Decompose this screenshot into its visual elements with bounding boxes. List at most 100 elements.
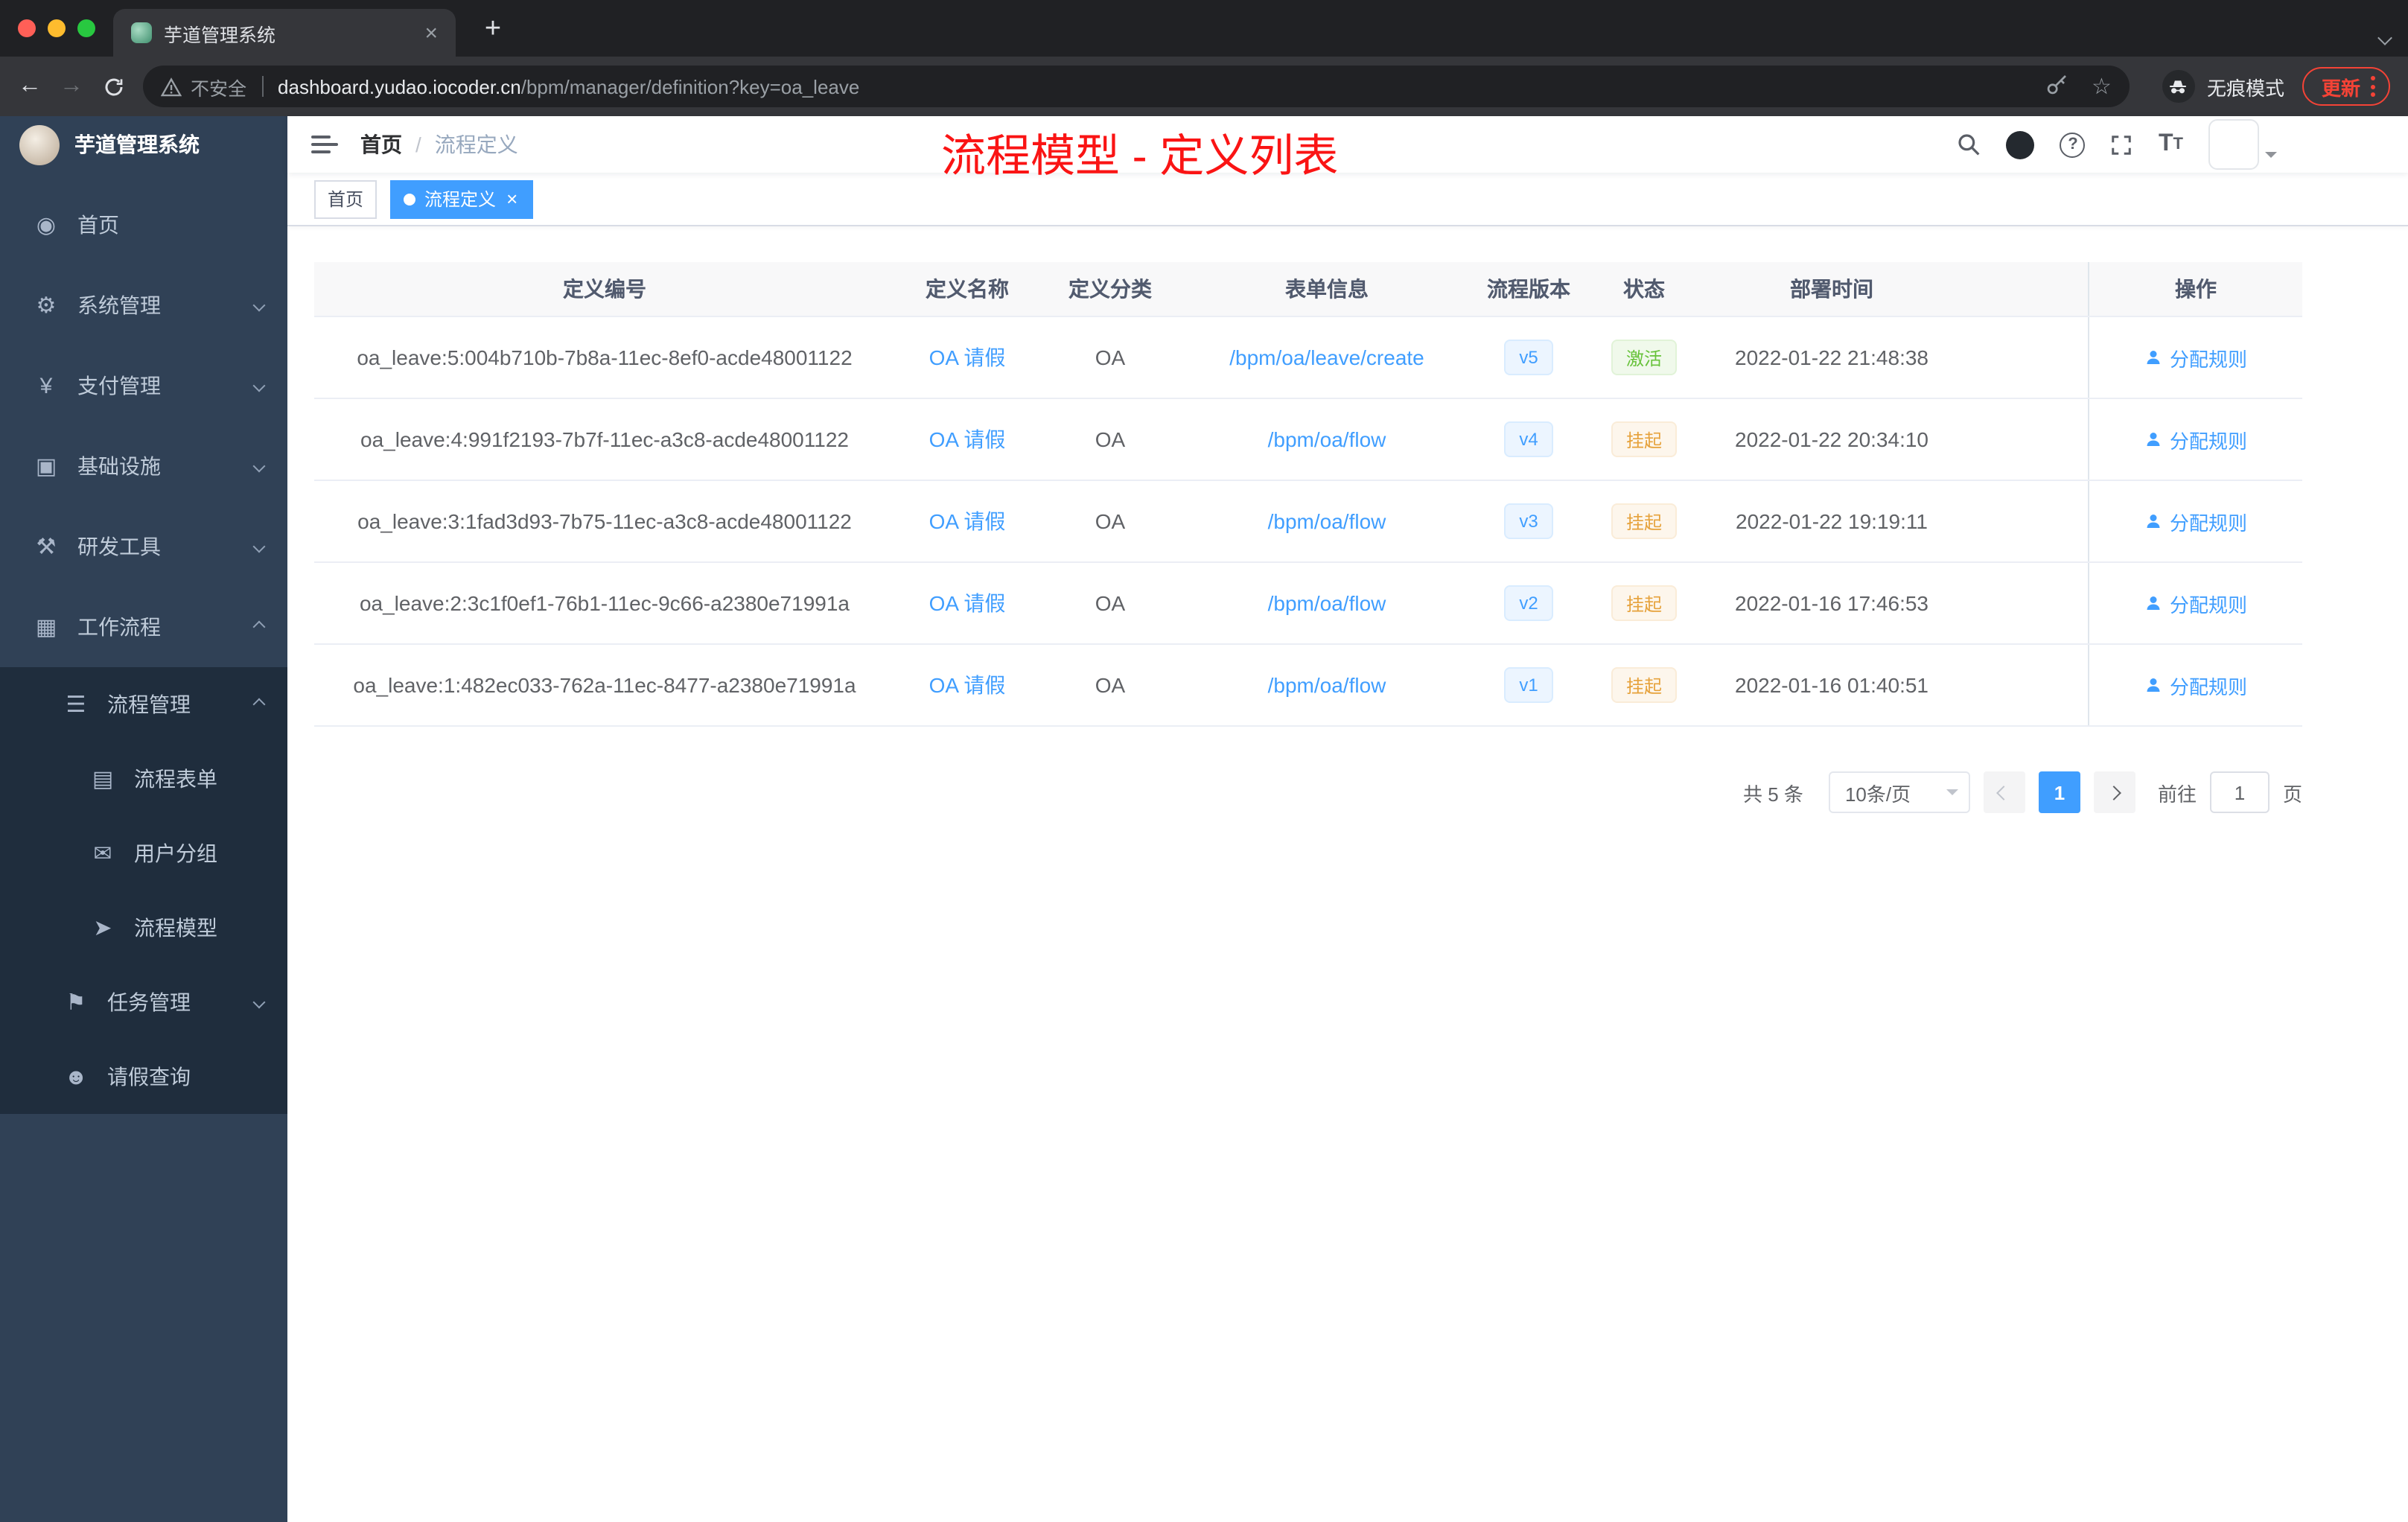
next-page-button[interactable] bbox=[2093, 771, 2135, 813]
fullscreen-icon[interactable] bbox=[2111, 133, 2133, 156]
status-tag: 挂起 bbox=[1611, 667, 1677, 703]
cell-deploy-time: 2022-01-16 17:46:53 bbox=[1735, 591, 1928, 615]
assign-rule-link[interactable]: 分配规则 bbox=[2144, 425, 2247, 453]
tab-search-chevron-icon[interactable] bbox=[2377, 24, 2392, 51]
back-button[interactable]: ← bbox=[9, 66, 51, 107]
sidebar-item-task-management[interactable]: ⚑ 任务管理 bbox=[0, 965, 287, 1039]
sidebar-item-label: 用户分组 bbox=[134, 841, 217, 865]
user-icon bbox=[2147, 515, 2160, 528]
sidebar-item-devtools[interactable]: ⚒ 研发工具 bbox=[0, 506, 287, 587]
form-link[interactable]: /bpm/oa/flow bbox=[1268, 673, 1386, 697]
goto-page-input[interactable] bbox=[2209, 771, 2270, 813]
table-row: oa_leave:5:004b710b-7b8a-11ec-8ef0-acde4… bbox=[314, 317, 2302, 399]
page-1-button[interactable]: 1 bbox=[2038, 771, 2080, 813]
github-icon[interactable] bbox=[2006, 130, 2035, 159]
sidebar-item-system-management[interactable]: ⚙ 系统管理 bbox=[0, 265, 287, 346]
sidebar-item-workflow[interactable]: ▦ 工作流程 bbox=[0, 587, 287, 667]
cell-deploy-time: 2022-01-22 21:48:38 bbox=[1735, 346, 1928, 369]
tab-close-icon[interactable]: × bbox=[418, 20, 444, 45]
sidebar-logo[interactable]: 芋道管理系统 bbox=[0, 116, 287, 173]
prev-page-button[interactable] bbox=[1983, 771, 2025, 813]
url-bar[interactable]: 不安全 dashboard.yudao.iocoder.cn /bpm/mana… bbox=[143, 66, 2130, 107]
sidebar-item-user-group[interactable]: ✉ 用户分组 bbox=[0, 816, 287, 891]
user-group-icon: ✉ bbox=[93, 841, 112, 867]
version-tag: v2 bbox=[1504, 585, 1553, 621]
tag-process-definition[interactable]: 流程定义 × bbox=[390, 179, 533, 218]
search-icon[interactable] bbox=[1958, 133, 1981, 156]
incognito-chip[interactable]: 无痕模式 bbox=[2162, 70, 2284, 103]
bookmark-star-icon[interactable]: ☆ bbox=[2092, 75, 2112, 98]
cell-definition-category: OA bbox=[1095, 673, 1126, 697]
assign-rule-link[interactable]: 分配规则 bbox=[2144, 507, 2247, 535]
window-minimize-button[interactable] bbox=[48, 19, 66, 37]
update-label: 更新 bbox=[2321, 77, 2360, 99]
definition-name-link[interactable]: OA 请假 bbox=[929, 343, 1006, 372]
reload-button[interactable] bbox=[92, 66, 134, 107]
assign-rule-link[interactable]: 分配规则 bbox=[2144, 671, 2247, 699]
definition-name-link[interactable]: OA 请假 bbox=[929, 670, 1006, 700]
browser-menu-icon[interactable] bbox=[2371, 76, 2375, 97]
tag-home[interactable]: 首页 bbox=[314, 179, 378, 218]
tag-close-icon[interactable]: × bbox=[505, 189, 519, 208]
update-browser-button[interactable]: 更新 bbox=[2302, 67, 2390, 106]
status-tag: 挂起 bbox=[1611, 503, 1677, 539]
chevron-up-icon bbox=[252, 620, 266, 634]
page-size-value: 10条/页 bbox=[1844, 783, 1911, 805]
main-panel: 首页 / 流程定义 流程模型 - 定义列表 ? T T 首页 流程定义 × 定义… bbox=[287, 116, 2408, 1522]
definition-name-link[interactable]: OA 请假 bbox=[929, 588, 1006, 618]
browser-toolbar: ← → 不安全 dashboard.yudao.iocoder.cn /bpm/… bbox=[0, 57, 2408, 116]
assign-rule-link[interactable]: 分配规则 bbox=[2144, 343, 2247, 372]
sidebar-item-label: 首页 bbox=[77, 213, 119, 237]
home-icon: ◉ bbox=[36, 213, 57, 238]
window-close-button[interactable] bbox=[18, 19, 36, 37]
breadcrumb-separator: / bbox=[415, 133, 421, 156]
tags-bar: 首页 流程定义 × bbox=[287, 173, 2408, 226]
cell-definition-category: OA bbox=[1095, 427, 1126, 451]
forward-button[interactable]: → bbox=[51, 66, 92, 107]
sidebar-item-label: 流程表单 bbox=[134, 767, 217, 791]
definition-name-link[interactable]: OA 请假 bbox=[929, 506, 1006, 536]
assign-rule-link[interactable]: 分配规则 bbox=[2144, 589, 2247, 617]
content-area: 定义编号 定义名称 定义分类 表单信息 流程版本 状态 部署时间 操作 oa_l… bbox=[287, 226, 2408, 813]
help-icon[interactable]: ? bbox=[2060, 132, 2086, 157]
form-link[interactable]: /bpm/oa/flow bbox=[1268, 509, 1386, 533]
sidebar-item-payment-management[interactable]: ¥ 支付管理 bbox=[0, 346, 287, 426]
new-tab-button[interactable]: + bbox=[474, 10, 512, 49]
sidebar-item-process-management[interactable]: ☰ 流程管理 bbox=[0, 667, 287, 742]
tag-label: 首页 bbox=[328, 189, 364, 210]
url-host: dashboard.yudao.iocoder.cn bbox=[278, 75, 521, 98]
form-link[interactable]: /bpm/oa/flow bbox=[1268, 427, 1386, 451]
window-controls bbox=[0, 19, 95, 37]
form-link[interactable]: /bpm/oa/leave/create bbox=[1229, 346, 1424, 369]
cell-definition-id: oa_leave:3:1fad3d93-7b75-11ec-a3c8-acde4… bbox=[357, 509, 852, 533]
cell-definition-id: oa_leave:1:482ec033-762a-11ec-8477-a2380… bbox=[353, 673, 856, 697]
tab-favicon-icon bbox=[131, 22, 152, 43]
page-size-select[interactable]: 10条/页 bbox=[1828, 771, 1970, 813]
chevron-down-icon bbox=[1946, 789, 1958, 800]
cell-deploy-time: 2022-01-22 19:19:11 bbox=[1736, 509, 1928, 533]
breadcrumb: 首页 / 流程定义 bbox=[360, 130, 518, 159]
font-size-icon[interactable]: TT bbox=[2159, 131, 2183, 158]
sidebar-item-infrastructure[interactable]: ▣ 基础设施 bbox=[0, 426, 287, 506]
breadcrumb-current: 流程定义 bbox=[434, 133, 518, 156]
breadcrumb-home-link[interactable]: 首页 bbox=[360, 130, 402, 159]
hamburger-icon[interactable] bbox=[311, 135, 338, 154]
user-avatar[interactable] bbox=[2208, 119, 2259, 170]
column-header: 表单信息 bbox=[1285, 277, 1369, 301]
sidebar-item-process-model[interactable]: ➤ 流程模型 bbox=[0, 891, 287, 965]
security-label: 不安全 bbox=[191, 78, 247, 99]
sidebar-item-leave-query[interactable]: ☻ 请假查询 bbox=[0, 1039, 287, 1114]
cell-deploy-time: 2022-01-22 20:34:10 bbox=[1735, 427, 1928, 451]
window-maximize-button[interactable] bbox=[77, 19, 95, 37]
browser-tab[interactable]: 芋道管理系统 × bbox=[113, 9, 456, 57]
definition-name-link[interactable]: OA 请假 bbox=[929, 424, 1006, 454]
user-icon bbox=[2147, 678, 2160, 692]
status-tag: 激活 bbox=[1611, 340, 1677, 375]
sidebar-item-process-form[interactable]: ▤ 流程表单 bbox=[0, 742, 287, 816]
password-key-icon[interactable] bbox=[2044, 72, 2068, 101]
user-menu[interactable] bbox=[2208, 119, 2277, 170]
form-link[interactable]: /bpm/oa/flow bbox=[1268, 591, 1386, 615]
cell-definition-category: OA bbox=[1095, 346, 1126, 369]
table-row: oa_leave:2:3c1f0ef1-76b1-11ec-9c66-a2380… bbox=[314, 563, 2302, 645]
sidebar-item-home[interactable]: ◉ 首页 bbox=[0, 185, 287, 265]
